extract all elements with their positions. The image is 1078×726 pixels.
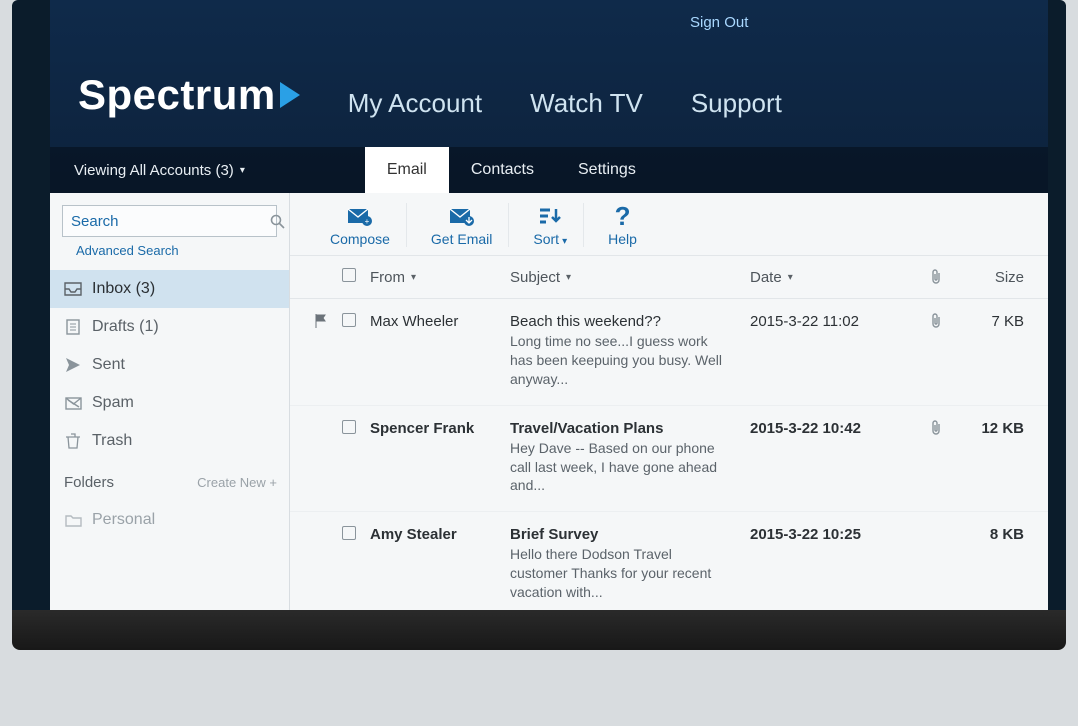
folder-sent[interactable]: Sent (50, 346, 289, 384)
folders-header: Folders Create New + (50, 460, 289, 501)
column-from[interactable]: From▾ (370, 269, 510, 286)
message-date: 2015-3-22 11:02 (750, 313, 930, 389)
accounts-label: Viewing All Accounts (3) (74, 162, 234, 179)
message-subject: Brief SurveyHello there Dodson Travel cu… (510, 526, 750, 602)
message-subject: Travel/Vacation PlansHey Dave -- Based o… (510, 420, 750, 496)
message-size: 7 KB (970, 313, 1024, 389)
message-from: Max Wheeler (370, 313, 510, 389)
message-row[interactable]: Spencer FrankTravel/Vacation PlansHey Da… (290, 406, 1048, 513)
get-email-icon (449, 203, 475, 229)
message-size: 12 KB (970, 420, 1024, 496)
tab-email[interactable]: Email (365, 147, 449, 193)
toolbar-label: Get Email (431, 231, 492, 247)
tab-strip: Viewing All Accounts (3) ▾ Email Contact… (50, 147, 1048, 193)
message-date: 2015-3-22 10:42 (750, 420, 930, 496)
folder-spam[interactable]: Spam (50, 384, 289, 422)
tab-contacts[interactable]: Contacts (449, 147, 556, 193)
search-icon[interactable] (270, 214, 285, 229)
inbox-icon (64, 282, 82, 296)
message-list: Max WheelerBeach this weekend??Long time… (290, 299, 1048, 610)
attachment-icon (930, 313, 970, 389)
message-checkbox[interactable] (342, 420, 356, 434)
flag-icon[interactable] (314, 313, 342, 389)
get-email-button[interactable]: Get Email (415, 203, 509, 247)
brand-logo[interactable]: Spectrum (78, 71, 300, 119)
spam-icon (64, 397, 82, 410)
select-all-checkbox[interactable] (342, 268, 356, 282)
drafts-icon (64, 319, 82, 335)
message-checkbox[interactable] (342, 526, 356, 540)
brand-name: Spectrum (78, 71, 276, 119)
sidebar: Advanced Search Inbox (3) Drafts (1) (50, 193, 290, 610)
folder-label: Drafts (1) (92, 318, 159, 336)
folder-label: Trash (92, 432, 132, 450)
monitor-bezel (12, 610, 1066, 650)
message-date: 2015-3-22 10:25 (750, 526, 930, 602)
top-bar: Sign Out (50, 0, 1048, 31)
folder-trash[interactable]: Trash (50, 422, 289, 460)
column-attachment[interactable] (930, 269, 970, 285)
compose-button[interactable]: + Compose (314, 203, 407, 247)
message-subject: Beach this weekend??Long time no see...I… (510, 313, 750, 389)
column-header: From▾ Subject▾ Date▾ Size (290, 256, 1048, 299)
nav-watch-tv[interactable]: Watch TV (530, 88, 643, 119)
message-row[interactable]: Max WheelerBeach this weekend??Long time… (290, 299, 1048, 406)
message-checkbox[interactable] (342, 313, 356, 327)
column-size: Size (970, 269, 1024, 286)
folder-inbox[interactable]: Inbox (3) (50, 270, 289, 308)
toolbar: + Compose Get Email Sort▾ (290, 193, 1048, 256)
help-icon: ? (615, 203, 631, 229)
message-from: Spencer Frank (370, 420, 510, 496)
toolbar-label: Compose (330, 231, 390, 247)
svg-text:+: + (365, 217, 370, 226)
play-icon (280, 82, 300, 108)
folder-drafts[interactable]: Drafts (1) (50, 308, 289, 346)
create-folder-link[interactable]: Create New + (197, 475, 277, 490)
folders-header-label: Folders (64, 474, 114, 491)
message-from: Amy Stealer (370, 526, 510, 602)
caret-down-icon: ▾ (411, 272, 416, 283)
sort-button[interactable]: Sort▾ (517, 203, 584, 247)
search-box[interactable] (62, 205, 277, 237)
folder-icon (64, 514, 82, 527)
sort-icon (538, 203, 562, 229)
folder-personal[interactable]: Personal (50, 501, 289, 539)
accounts-dropdown[interactable]: Viewing All Accounts (3) ▾ (74, 162, 245, 179)
sign-out-link[interactable]: Sign Out (690, 14, 748, 31)
flag-icon[interactable] (314, 420, 342, 496)
attachment-icon (930, 526, 970, 602)
column-date[interactable]: Date▾ (750, 269, 930, 286)
search-input[interactable] (71, 213, 270, 230)
flag-icon[interactable] (314, 526, 342, 602)
trash-icon (64, 433, 82, 449)
caret-down-icon: ▾ (566, 272, 571, 283)
sent-icon (64, 357, 82, 373)
main-panel: + Compose Get Email Sort▾ (290, 193, 1048, 610)
folder-label: Sent (92, 356, 125, 374)
folder-label: Spam (92, 394, 134, 412)
tab-settings[interactable]: Settings (556, 147, 658, 193)
nav-my-account[interactable]: My Account (348, 88, 482, 119)
folder-label: Personal (92, 511, 155, 529)
nav-support[interactable]: Support (691, 88, 782, 119)
message-size: 8 KB (970, 526, 1024, 602)
column-subject[interactable]: Subject▾ (510, 269, 750, 286)
message-row[interactable]: Amy StealerBrief SurveyHello there Dodso… (290, 512, 1048, 610)
folder-label: Inbox (3) (92, 280, 155, 298)
paperclip-icon (930, 269, 942, 285)
advanced-search-link[interactable]: Advanced Search (76, 243, 179, 258)
compose-icon: + (347, 203, 373, 229)
caret-down-icon: ▾ (562, 236, 567, 247)
attachment-icon (930, 420, 970, 496)
toolbar-label: Help (608, 231, 637, 247)
toolbar-label: Sort▾ (533, 231, 567, 247)
help-button[interactable]: ? Help (592, 203, 653, 247)
header-row: Spectrum My Account Watch TV Support (50, 31, 1048, 147)
caret-down-icon: ▾ (240, 165, 245, 176)
caret-down-icon: ▾ (788, 272, 793, 283)
